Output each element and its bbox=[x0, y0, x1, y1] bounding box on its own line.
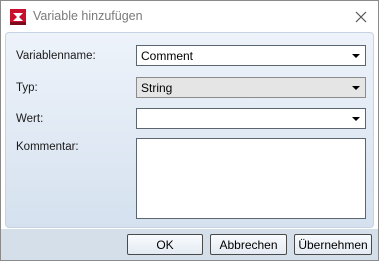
chevron-down-icon[interactable] bbox=[352, 117, 360, 121]
close-icon bbox=[355, 11, 367, 23]
button-bar: OK Abbrechen Übernehmen bbox=[1, 229, 378, 260]
app-logo-icon bbox=[10, 9, 26, 25]
form-panel: Variablenname: Comment Typ: String Wert:… bbox=[5, 32, 374, 228]
type-label: Typ: bbox=[16, 82, 38, 94]
ok-button[interactable]: OK bbox=[127, 234, 203, 255]
chevron-down-icon[interactable] bbox=[352, 54, 360, 58]
comment-label: Kommentar: bbox=[16, 141, 79, 153]
type-select[interactable]: String bbox=[136, 77, 366, 98]
close-button[interactable] bbox=[348, 4, 374, 30]
cancel-button[interactable]: Abbrechen bbox=[210, 234, 287, 255]
value-combobox[interactable] bbox=[136, 108, 366, 129]
variable-name-label: Variablenname: bbox=[16, 50, 96, 62]
variable-name-combobox[interactable]: Comment bbox=[136, 45, 366, 66]
chevron-down-icon[interactable] bbox=[352, 86, 360, 90]
title-bar: Variable hinzufügen bbox=[1, 1, 378, 32]
value-label: Wert: bbox=[16, 113, 44, 125]
type-value: String bbox=[141, 81, 173, 95]
dialog-window: Variable hinzufügen Variablenname: Comme… bbox=[0, 0, 379, 261]
window-title: Variable hinzufügen bbox=[33, 9, 143, 23]
apply-button[interactable]: Übernehmen bbox=[294, 234, 372, 255]
comment-textarea[interactable] bbox=[136, 138, 366, 219]
variable-name-value: Comment bbox=[141, 49, 194, 63]
